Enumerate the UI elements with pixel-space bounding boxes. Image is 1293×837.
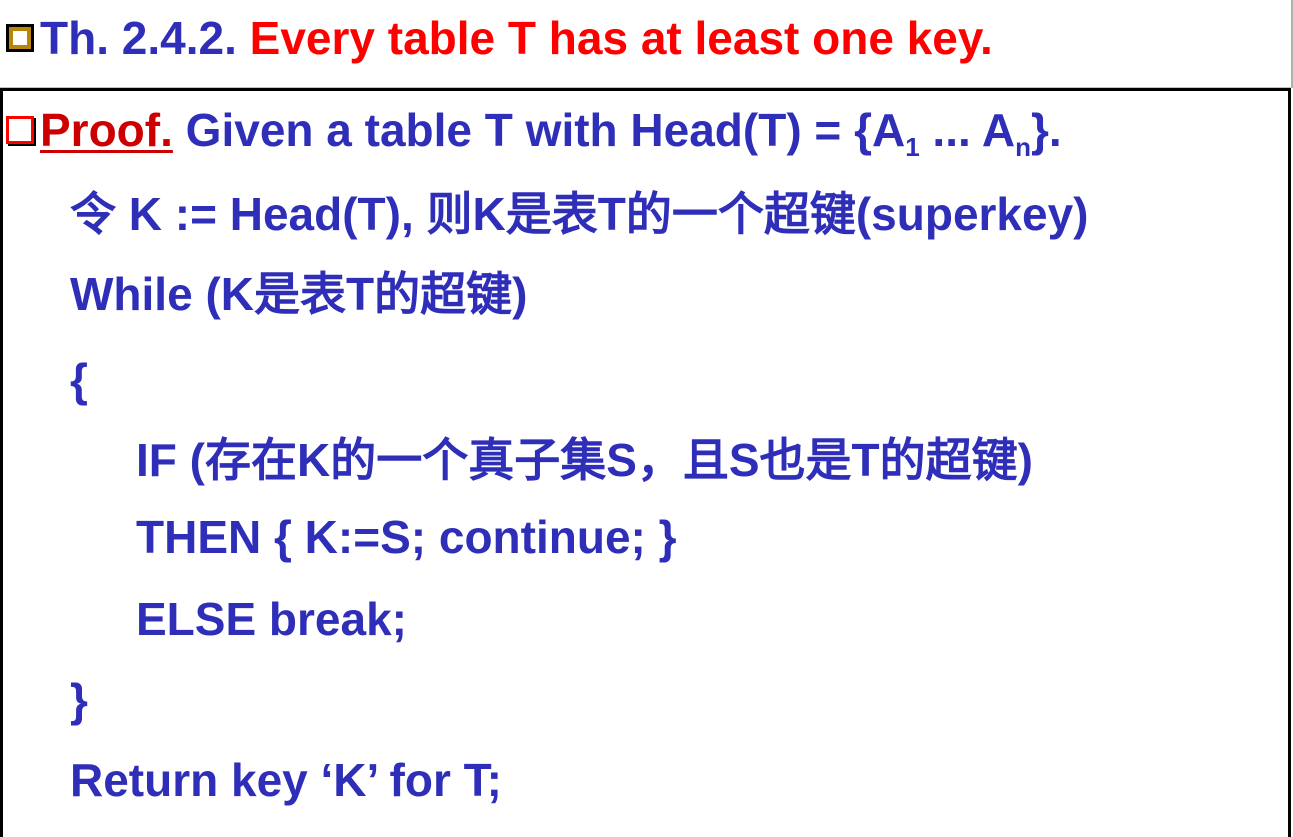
proof-line-else: ELSE break;: [136, 593, 407, 645]
proof-intro-line: Proof. Given a table T with Head(T) = {A…: [6, 102, 1062, 175]
proof-line-init: 令 K := Head(T), 则K是表T的一个超键(superkey): [70, 188, 1089, 240]
proof-label: Proof.: [40, 104, 173, 156]
theorem-label: Th. 2.4.2.: [40, 12, 237, 64]
proof-line-open-brace: {: [70, 354, 88, 406]
theorem-statement: Every table T has at least one key.: [249, 12, 993, 64]
theorem-section: Th. 2.4.2. Every table T has at least on…: [0, 0, 1293, 88]
proof-line-while: While (K是表T的超键): [70, 268, 528, 320]
proof-line-if: IF (存在K的一个真子集S，且S也是T的超键): [136, 434, 1033, 486]
proof-line-close-brace: }: [70, 674, 88, 726]
proof-line-then: THEN { K:=S; continue; }: [136, 511, 677, 563]
proof-line-return: Return key ‘K’ for T;: [70, 754, 502, 806]
subscript-1: 1: [905, 132, 920, 162]
proof-intro-suffix: }.: [1030, 104, 1062, 156]
subscript-n: n: [1015, 132, 1031, 162]
square-bullet-icon: [6, 115, 34, 144]
square-bullet-icon: [6, 23, 34, 52]
proof-intro-mid: ... A: [919, 104, 1016, 156]
proof-intro-text: Given a table T with Head(T) = {A: [172, 104, 906, 156]
theorem-line: Th. 2.4.2. Every table T has at least on…: [6, 10, 993, 66]
